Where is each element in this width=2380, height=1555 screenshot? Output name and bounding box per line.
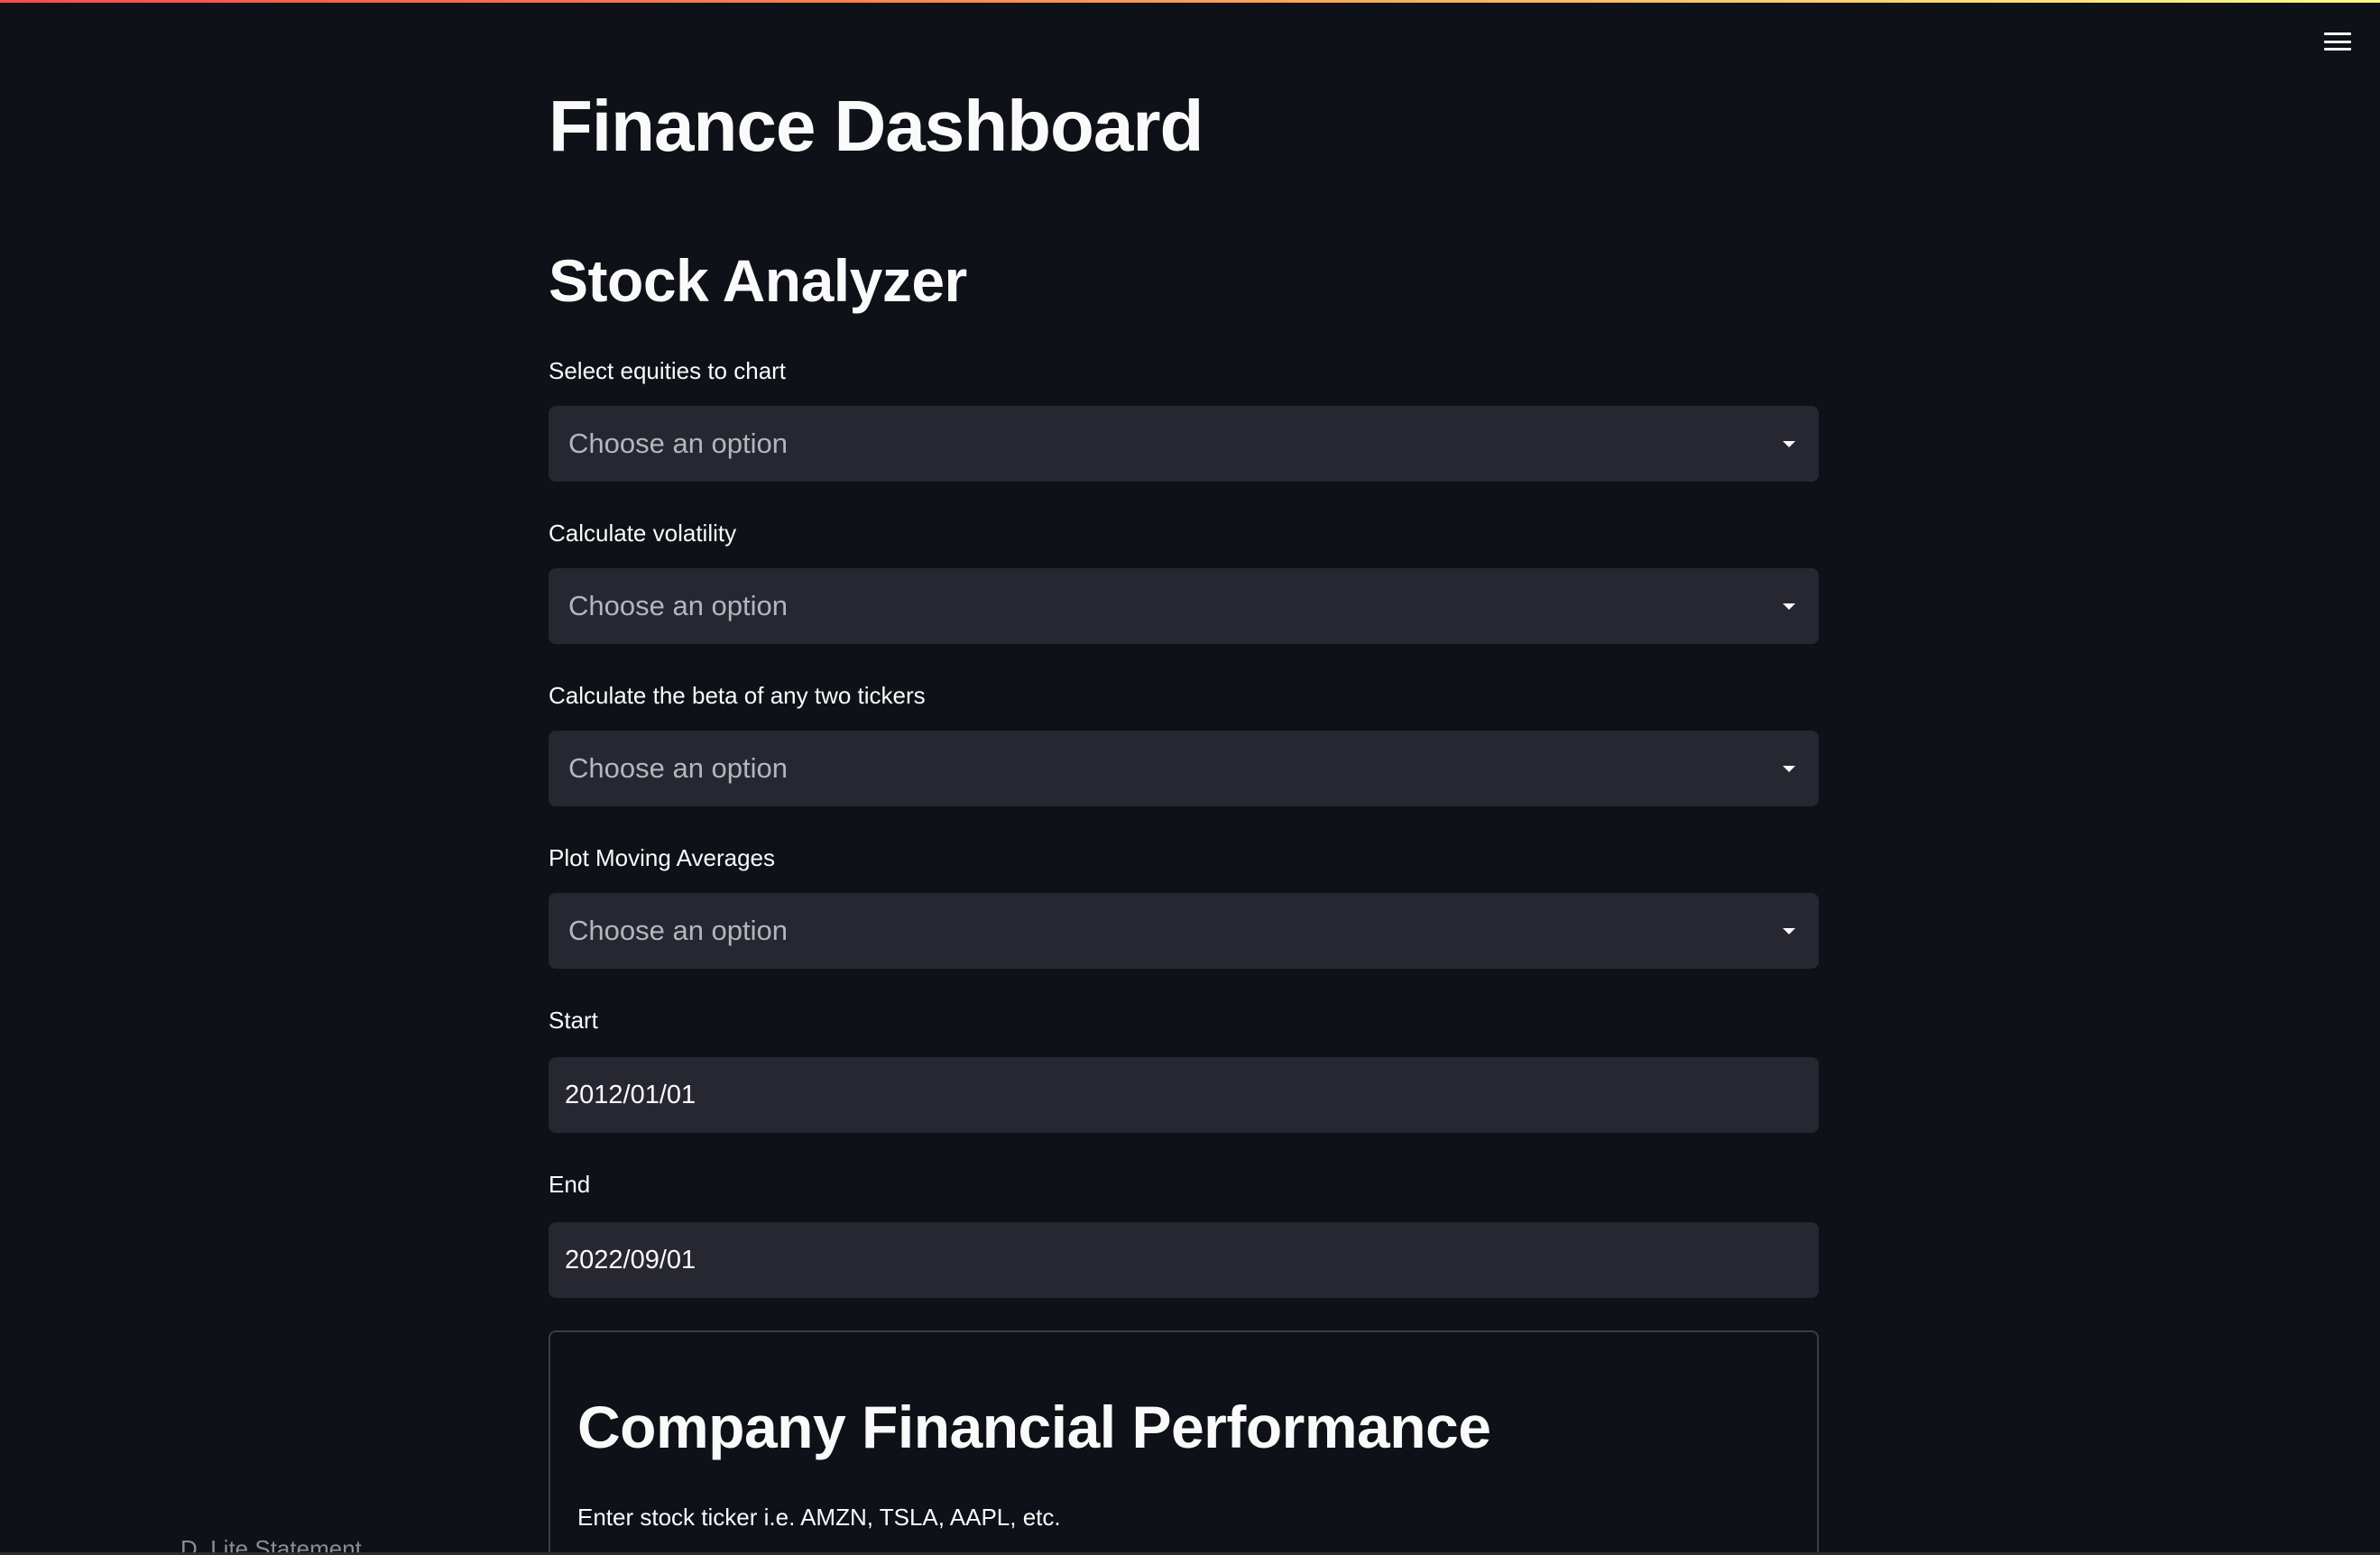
- app-page: D. Lite Statement Finance Dashboard Stoc…: [0, 0, 2380, 1555]
- select-placeholder: Choose an option: [568, 915, 789, 946]
- top-decoration-bar: [0, 0, 2380, 3]
- section-title-company-financial-performance: Company Financial Performance: [577, 1394, 1491, 1460]
- calculate-volatility-dropdown[interactable]: Choose an option: [549, 568, 1819, 644]
- company-financial-performance-container: Company Financial Performance Enter stoc…: [549, 1330, 1819, 1555]
- select-equities-dropdown[interactable]: Choose an option: [549, 406, 1819, 482]
- end-date-input[interactable]: [549, 1222, 1819, 1298]
- chevron-down-icon: [1783, 928, 1795, 934]
- section-title-stock-analyzer: Stock Analyzer: [549, 247, 967, 314]
- plot-moving-averages-dropdown[interactable]: Choose an option: [549, 893, 1819, 969]
- hamburger-menu-icon[interactable]: [2320, 27, 2355, 56]
- select-placeholder: Choose an option: [568, 752, 789, 784]
- page-title: Finance Dashboard: [549, 86, 1204, 166]
- chevron-down-icon: [1783, 603, 1795, 610]
- label-calculate-volatility: Calculate volatility: [549, 520, 737, 547]
- chevron-down-icon: [1783, 441, 1795, 447]
- label-end-date: End: [549, 1171, 591, 1198]
- chevron-down-icon: [1783, 766, 1795, 772]
- label-calculate-beta: Calculate the beta of any two tickers: [549, 682, 926, 709]
- menu-line: [2324, 48, 2351, 51]
- ticker-instructions: Enter stock ticker i.e. AMZN, TSLA, AAPL…: [577, 1504, 1061, 1531]
- select-placeholder: Choose an option: [568, 590, 789, 621]
- calculate-beta-dropdown[interactable]: Choose an option: [549, 731, 1819, 806]
- label-plot-moving-averages: Plot Moving Averages: [549, 844, 775, 871]
- label-select-equities: Select equities to chart: [549, 357, 787, 384]
- label-start-date: Start: [549, 1007, 598, 1034]
- start-date-input[interactable]: [549, 1057, 1819, 1133]
- select-placeholder: Choose an option: [568, 428, 789, 459]
- menu-line: [2324, 32, 2351, 35]
- menu-line: [2324, 40, 2351, 43]
